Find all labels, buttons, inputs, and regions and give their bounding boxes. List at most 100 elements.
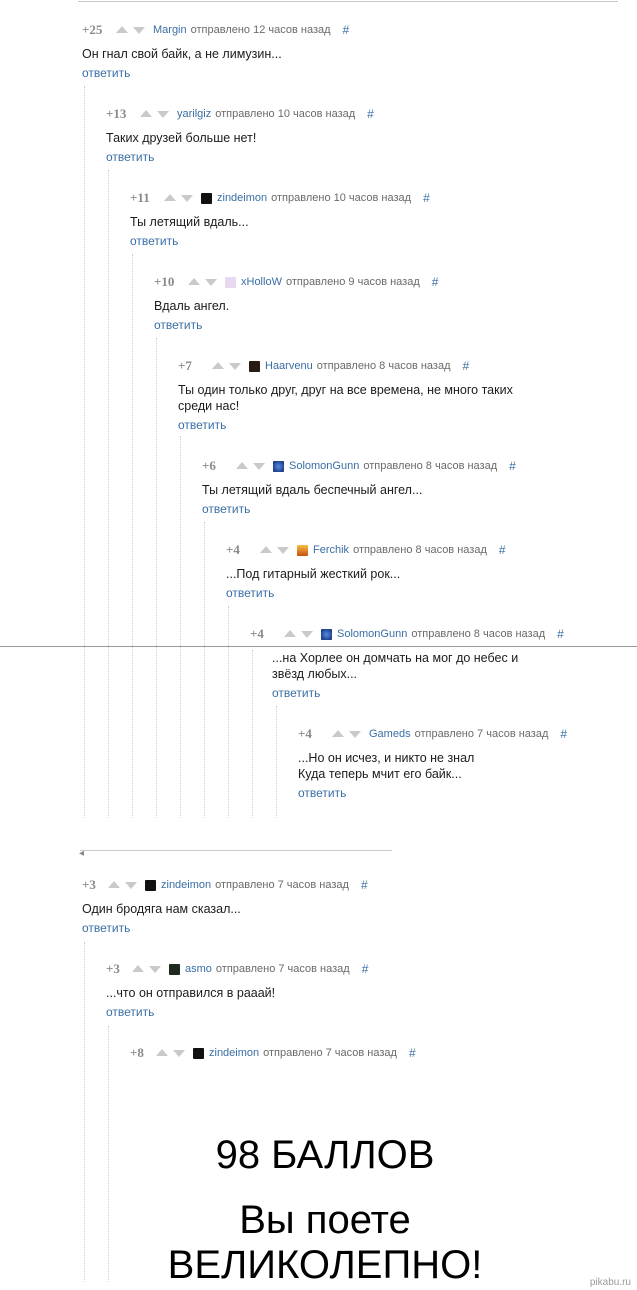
upvote-icon[interactable] xyxy=(164,194,176,201)
comment: +4 Gameds отправлено 7 часов назад # ...… xyxy=(298,726,568,800)
comment-author[interactable]: SolomonGunn xyxy=(289,460,359,472)
avatar[interactable] xyxy=(201,192,212,204)
upvote-icon[interactable] xyxy=(116,26,128,33)
upvote-icon[interactable] xyxy=(156,1049,168,1056)
comment-author[interactable]: zindeimon xyxy=(209,1047,259,1059)
image-caption-line-1: 98 БАЛЛОВ xyxy=(215,1133,435,1177)
comment: +4 Ferchik отправлено 8 часов назад # ..… xyxy=(226,542,566,600)
upvote-icon[interactable] xyxy=(132,965,144,972)
reply-link[interactable]: ответить xyxy=(130,234,178,248)
thread-line xyxy=(132,254,133,818)
avatar[interactable] xyxy=(145,879,156,891)
comment-permalink[interactable]: # xyxy=(432,275,439,289)
comment-text: Ты летящий вдаль беспечный ангел... xyxy=(202,483,423,497)
comment-author[interactable]: zindeimon xyxy=(217,192,267,204)
reply-link[interactable]: ответить xyxy=(106,1005,154,1019)
thread-line xyxy=(156,338,157,818)
comment-time: отправлено 9 часов назад xyxy=(285,276,420,288)
comment-permalink[interactable]: # xyxy=(557,627,564,641)
comment-permalink[interactable]: # xyxy=(499,543,506,557)
downvote-icon[interactable] xyxy=(125,881,137,889)
comment-text: ...Под гитарный жесткий рок... xyxy=(226,567,401,581)
avatar[interactable] xyxy=(193,1047,204,1059)
downvote-icon[interactable] xyxy=(205,278,217,286)
comment-permalink[interactable]: # xyxy=(423,191,430,205)
watermark: pikabu.ru xyxy=(589,1277,631,1288)
upvote-icon[interactable] xyxy=(188,278,200,285)
downvote-icon[interactable] xyxy=(157,110,169,118)
downvote-icon[interactable] xyxy=(229,362,241,370)
collapse-arrow-icon[interactable]: ◂ xyxy=(79,848,84,859)
comment-time: отправлено 8 часов назад xyxy=(316,360,451,372)
comment-permalink[interactable]: # xyxy=(361,878,368,892)
comment: +25 Margin отправлено 12 часов назад # О… xyxy=(82,22,422,80)
avatar[interactable] xyxy=(169,963,180,975)
comment-author[interactable]: Ferchik xyxy=(313,544,349,556)
comment: +6 SolomonGunn отправлено 8 часов назад … xyxy=(202,458,542,516)
downvote-icon[interactable] xyxy=(181,194,193,202)
downvote-icon[interactable] xyxy=(349,730,361,738)
comment-text: Он гнал свой байк, а не лимузин... xyxy=(82,47,282,61)
comment-time: отправлено 12 часов назад xyxy=(190,24,331,36)
avatar[interactable] xyxy=(249,360,260,372)
comment-rating: +4 xyxy=(250,626,264,641)
reply-link[interactable]: ответить xyxy=(154,318,202,332)
comment-rating: +13 xyxy=(106,106,127,121)
comment-text: Ты летящий вдаль... xyxy=(130,215,249,229)
comment-author[interactable]: zindeimon xyxy=(161,879,211,891)
comment-rating: +3 xyxy=(82,877,96,892)
downvote-icon[interactable] xyxy=(133,26,145,34)
upvote-icon[interactable] xyxy=(140,110,152,117)
reply-link[interactable]: ответить xyxy=(82,66,130,80)
comment-text: Вдаль ангел. xyxy=(154,299,230,313)
comment-permalink[interactable]: # xyxy=(560,727,567,741)
avatar[interactable] xyxy=(321,628,332,640)
comment-rating: +7 xyxy=(178,358,192,373)
downvote-icon[interactable] xyxy=(173,1049,185,1057)
reply-link[interactable]: ответить xyxy=(272,686,320,700)
comment: +11 zindeimon отправлено 10 часов назад … xyxy=(130,190,470,248)
comment-author[interactable]: Margin xyxy=(153,24,187,36)
avatar[interactable] xyxy=(273,460,284,472)
comment-text: ...Но он исчез, и никто не знал Куда теп… xyxy=(298,751,475,781)
downvote-icon[interactable] xyxy=(301,630,313,638)
reply-link[interactable]: ответить xyxy=(226,586,274,600)
reply-link[interactable]: ответить xyxy=(82,921,130,935)
upvote-icon[interactable] xyxy=(236,462,248,469)
thread-line xyxy=(108,1026,109,1282)
comment-rating: +8 xyxy=(130,1045,144,1060)
upvote-icon[interactable] xyxy=(332,730,344,737)
comment-author[interactable]: SolomonGunn xyxy=(337,628,407,640)
reply-link[interactable]: ответить xyxy=(178,418,226,432)
comment-rating: +4 xyxy=(298,726,312,741)
comment-text: ...на Хорлее он домчать на мог до небес … xyxy=(272,651,519,681)
comment-permalink[interactable]: # xyxy=(362,962,369,976)
top-divider xyxy=(78,1,618,2)
comment-rating: +6 xyxy=(202,458,216,473)
comment-author[interactable]: Haarvenu xyxy=(265,360,313,372)
comment-permalink[interactable]: # xyxy=(367,107,374,121)
downvote-icon[interactable] xyxy=(253,462,265,470)
comment-author[interactable]: asmo xyxy=(185,963,212,975)
avatar[interactable] xyxy=(297,544,308,556)
comment-permalink[interactable]: # xyxy=(463,359,470,373)
downvote-icon[interactable] xyxy=(277,546,289,554)
comment-author[interactable]: xHolloW xyxy=(241,276,282,288)
reply-link[interactable]: ответить xyxy=(202,502,250,516)
avatar[interactable] xyxy=(225,276,236,288)
comment-author[interactable]: Gameds xyxy=(369,728,411,740)
downvote-icon[interactable] xyxy=(149,965,161,973)
upvote-icon[interactable] xyxy=(108,881,120,888)
comment: +3 asmo отправлено 7 часов назад # ...чт… xyxy=(106,961,446,1019)
reply-link[interactable]: ответить xyxy=(106,150,154,164)
comment-permalink[interactable]: # xyxy=(343,23,350,37)
comment-permalink[interactable]: # xyxy=(509,459,516,473)
thread-line xyxy=(180,436,181,818)
upvote-icon[interactable] xyxy=(284,630,296,637)
comment-author[interactable]: yarilgiz xyxy=(177,108,211,120)
upvote-icon[interactable] xyxy=(260,546,272,553)
upvote-icon[interactable] xyxy=(212,362,224,369)
comment-permalink[interactable]: # xyxy=(409,1046,416,1060)
comment-time: отправлено 7 часов назад xyxy=(215,879,349,891)
reply-link[interactable]: ответить xyxy=(298,786,346,800)
